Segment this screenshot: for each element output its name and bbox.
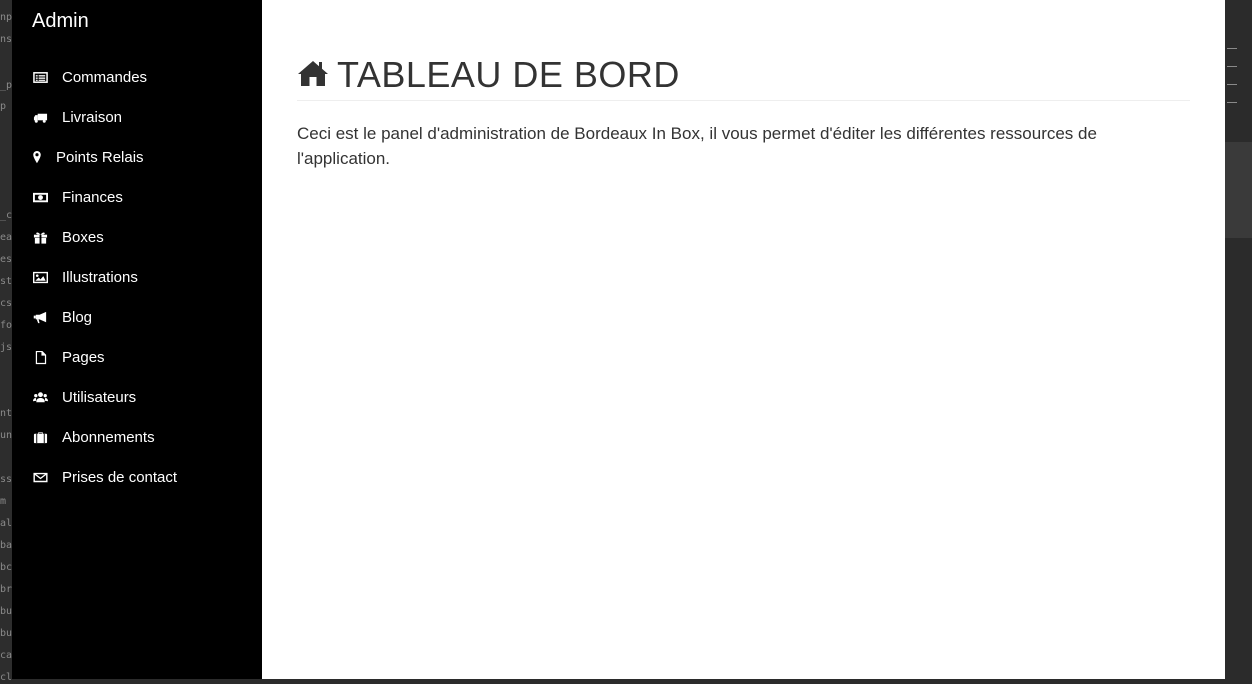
intro-text: Ceci est le panel d'administration de Bo… bbox=[297, 124, 1097, 168]
editor-marker bbox=[1227, 102, 1237, 103]
editor-panel bbox=[1225, 142, 1252, 238]
editor-fragment: nt bbox=[0, 408, 12, 419]
sidebar-item-prises-de-contact[interactable]: Prises de contact bbox=[12, 457, 262, 497]
gift-icon bbox=[32, 229, 48, 245]
sidebar-item-abonnements[interactable]: Abonnements bbox=[12, 417, 262, 457]
editor-fragment: al bbox=[0, 518, 12, 529]
sidebar-item-utilisateurs[interactable]: Utilisateurs bbox=[12, 377, 262, 417]
sidebar-item-label: Utilisateurs bbox=[62, 388, 137, 406]
editor-fragment: m bbox=[0, 496, 7, 507]
editor-fragment: un bbox=[0, 430, 12, 441]
editor-fragment: bu bbox=[0, 606, 12, 617]
editor-fragment: np bbox=[0, 12, 12, 23]
editor-fragment: cs bbox=[0, 298, 12, 309]
sidebar-item-label: Finances bbox=[62, 188, 123, 206]
editor-fragment: st bbox=[0, 276, 12, 287]
brand-title[interactable]: Admin bbox=[32, 10, 89, 33]
editor-fragment: est bbox=[0, 254, 12, 265]
editor-fragment: _cc bbox=[0, 210, 12, 221]
users-icon bbox=[32, 389, 48, 405]
sidebar: Admin Commandes Livraison Points Relais … bbox=[12, 0, 262, 679]
list-alt-icon bbox=[32, 69, 48, 85]
page-title: TABLEAU DE BORD bbox=[337, 54, 680, 95]
background-editor-left: np ns. _pl p _cc ear est st cs fo js nt … bbox=[0, 0, 12, 683]
sidebar-item-pages[interactable]: Pages bbox=[12, 337, 262, 377]
editor-fragment: ba bbox=[0, 540, 12, 551]
background-editor-right bbox=[1225, 0, 1252, 679]
sidebar-item-livraison[interactable]: Livraison bbox=[12, 97, 262, 137]
editor-fragment: ss bbox=[0, 474, 12, 485]
sidebar-item-label: Illustrations bbox=[62, 268, 138, 286]
sidebar-item-label: Prises de contact bbox=[62, 468, 178, 486]
sidebar-item-label: Commandes bbox=[62, 68, 148, 86]
money-icon bbox=[32, 189, 48, 205]
truck-icon bbox=[32, 109, 48, 125]
editor-fragment: ear bbox=[0, 232, 12, 243]
sidebar-item-label: Pages bbox=[62, 348, 105, 366]
sidebar-menu: Commandes Livraison Points Relais Financ… bbox=[12, 57, 262, 497]
editor-fragment: p bbox=[0, 101, 7, 112]
editor-fragment: bu bbox=[0, 628, 12, 639]
editor-fragment: ns. bbox=[0, 34, 12, 45]
sidebar-item-illustrations[interactable]: Illustrations bbox=[12, 257, 262, 297]
picture-icon bbox=[32, 269, 48, 285]
map-marker-icon bbox=[32, 149, 42, 165]
page-header: TABLEAU DE BORD bbox=[297, 50, 1190, 101]
editor-fragment: ca bbox=[0, 650, 12, 661]
sidebar-item-points-relais[interactable]: Points Relais bbox=[12, 137, 262, 177]
sidebar-item-commandes[interactable]: Commandes bbox=[12, 57, 262, 97]
sidebar-item-boxes[interactable]: Boxes bbox=[12, 217, 262, 257]
home-icon bbox=[297, 58, 337, 93]
sidebar-item-label: Abonnements bbox=[62, 428, 155, 446]
sidebar-item-label: Points Relais bbox=[56, 148, 144, 166]
sidebar-item-blog[interactable]: Blog bbox=[12, 297, 262, 337]
editor-fragment: js bbox=[0, 342, 12, 353]
editor-fragment: br bbox=[0, 584, 12, 595]
suitcase-icon bbox=[32, 429, 48, 445]
editor-fragment: bc bbox=[0, 562, 12, 573]
sidebar-item-label: Boxes bbox=[62, 228, 104, 246]
envelope-icon bbox=[32, 469, 48, 485]
main-content: TABLEAU DE BORD Ceci est le panel d'admi… bbox=[262, 0, 1225, 679]
editor-fragment: _pl bbox=[0, 80, 12, 91]
editor-marker bbox=[1227, 84, 1237, 85]
sidebar-item-label: Livraison bbox=[62, 108, 123, 126]
editor-marker bbox=[1227, 48, 1237, 49]
bullhorn-icon bbox=[32, 309, 48, 325]
editor-fragment: fo bbox=[0, 320, 12, 331]
editor-marker bbox=[1227, 66, 1237, 67]
editor-fragment: cl bbox=[0, 672, 12, 683]
sidebar-item-label: Blog bbox=[62, 308, 93, 326]
sidebar-item-finances[interactable]: Finances bbox=[12, 177, 262, 217]
file-icon bbox=[32, 349, 48, 365]
